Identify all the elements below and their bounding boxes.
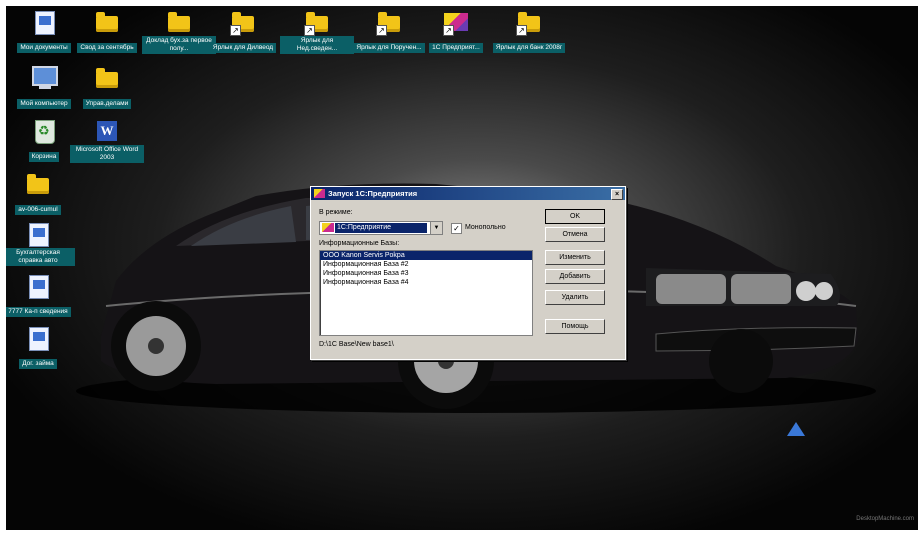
- desktop-icon-label: Microsoft Office Word 2003: [70, 145, 144, 163]
- desktop-icon-shortcut-poruch[interactable]: Ярлык для Поручен...: [352, 10, 426, 54]
- desktop-icon-label: Свод за сентябрь: [77, 43, 137, 53]
- dialog-title: Запуск 1С:Предприятия: [328, 189, 418, 198]
- desktop-icon-label: Дог. займа: [19, 359, 57, 369]
- desktop-icon-label: Ярлык для Поручен...: [353, 43, 425, 53]
- desktop-icon-shortcut-bank[interactable]: Ярлык для банк 2008г: [492, 10, 566, 54]
- watermark: DesktopMachine.com: [856, 516, 914, 522]
- desktop-icon-word[interactable]: W Microsoft Office Word 2003: [70, 119, 144, 164]
- bases-label: Информационные Базы:: [319, 240, 400, 247]
- 1c-app-icon: [322, 223, 334, 232]
- desktop-icon-av-006[interactable]: av-006-cumul: [6, 172, 75, 216]
- folder-shortcut-icon: [230, 10, 256, 36]
- folder-icon: [94, 10, 120, 34]
- bases-list[interactable]: ООО Kanon Servis Pokpa Информационная Ба…: [319, 250, 533, 336]
- desktop-icon-doklad[interactable]: Доклад бух.за первое полу...: [142, 10, 216, 55]
- folder-icon: [166, 10, 192, 34]
- desktop-icon-label: Управ.делами: [82, 99, 132, 109]
- 1c-enterprise-icon: [443, 10, 469, 36]
- close-button[interactable]: ×: [611, 189, 623, 200]
- launch-dialog: Запуск 1С:Предприятия × В режиме: 1С:Пре…: [310, 186, 626, 360]
- folder-shortcut-icon: [376, 10, 402, 36]
- base-path: D:\1C Base\New base1\: [319, 341, 394, 348]
- desktop-icon-label: Мой компьютер: [17, 99, 71, 109]
- desktop-icon-dog-zayma[interactable]: Дог. займа: [6, 326, 75, 370]
- add-button[interactable]: Добавить: [545, 269, 605, 284]
- desktop-icon-label: 1С Предприят...: [429, 43, 483, 53]
- desktop-icon-label: 7777 Ка-п сведения: [6, 307, 71, 317]
- word-icon: W: [94, 119, 120, 143]
- folder-shortcut-icon: [516, 10, 542, 36]
- ok-button[interactable]: OK: [545, 209, 605, 224]
- desktop-icon-label: Бухгалтерская справка авто: [6, 248, 75, 266]
- exclusive-checkbox[interactable]: ✓: [451, 223, 462, 234]
- word-document-icon: [25, 326, 51, 351]
- desktop-icon-buh-spravka[interactable]: Бухгалтерская справка авто: [6, 222, 75, 267]
- list-item[interactable]: Информационная База #2: [320, 260, 532, 269]
- desktop-icon-svod[interactable]: Свод за сентябрь: [70, 10, 144, 54]
- desktop-icon-label: Ярлык для Дилвеод: [209, 43, 277, 53]
- desktop-icon-label: Ярлык для банк 2008г: [492, 43, 566, 53]
- desktop-icon-upravdelami[interactable]: Управ.делами: [70, 66, 144, 110]
- desktop-icon-shortcut-dilveod[interactable]: Ярлык для Дилвеод: [206, 10, 280, 54]
- list-item[interactable]: Информационная База #3: [320, 269, 532, 278]
- folder-icon: [25, 172, 51, 196]
- desktop-icon-7777[interactable]: 7777 Ка-п сведения: [6, 274, 75, 318]
- desktop-icon-label: Ярлык для Нед.сведен...: [280, 36, 354, 54]
- recycle-bin-icon: [31, 119, 57, 144]
- computer-icon: [31, 66, 58, 90]
- cancel-button[interactable]: Отмена: [545, 227, 605, 242]
- 1c-app-icon: [314, 189, 325, 198]
- desktop-icon-label: Мои документы: [17, 43, 71, 53]
- mode-label: В режиме:: [319, 209, 353, 216]
- delete-button[interactable]: Удалить: [545, 290, 605, 305]
- help-button[interactable]: Помощь: [545, 319, 605, 334]
- chevron-down-icon[interactable]: ▼: [430, 222, 442, 234]
- word-document-icon: [25, 222, 51, 247]
- desktop-icon-label: Корзина: [28, 152, 60, 162]
- document-icon: [25, 274, 51, 299]
- list-item[interactable]: Информационная База #4: [320, 278, 532, 287]
- edit-button[interactable]: Изменить: [545, 250, 605, 265]
- desktop-icon-label: Доклад бух.за первое полу...: [142, 36, 216, 54]
- desktop-icon-label: av-006-cumul: [15, 205, 61, 215]
- folder-shortcut-icon: [304, 10, 330, 36]
- dialog-titlebar[interactable]: Запуск 1С:Предприятия ×: [311, 187, 625, 200]
- folder-icon: [94, 66, 120, 90]
- my-documents-icon: [31, 10, 57, 35]
- mode-select[interactable]: 1С:Предприятие ▼: [319, 221, 443, 235]
- cursor-triangle: [787, 422, 805, 436]
- list-item[interactable]: ООО Kanon Servis Pokpa: [320, 251, 532, 260]
- desktop-icon-shortcut-ned[interactable]: Ярлык для Нед.сведен...: [280, 10, 354, 55]
- exclusive-label: Монопольно: [465, 224, 506, 231]
- desktop-icon-1c[interactable]: 1С Предприят...: [419, 10, 493, 54]
- mode-select-value: 1С:Предприятие: [335, 223, 427, 233]
